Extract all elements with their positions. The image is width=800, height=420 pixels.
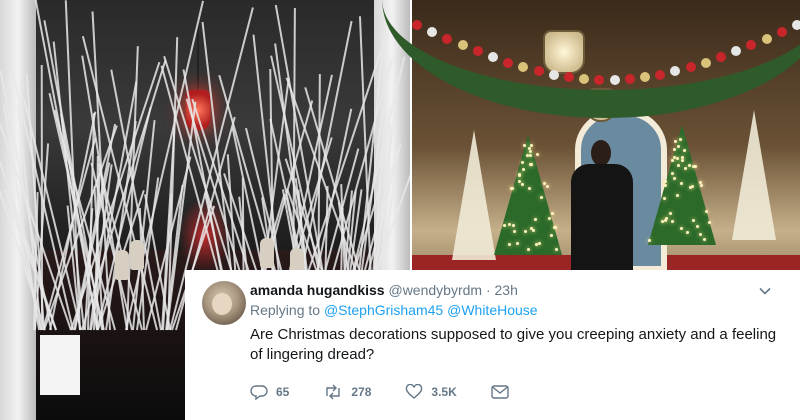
string-light — [673, 148, 676, 151]
avatar[interactable] — [202, 281, 246, 325]
ornament-bauble — [777, 27, 787, 37]
tweet-actions: 65 278 3.5K — [250, 380, 551, 404]
string-light — [676, 157, 679, 160]
string-light — [705, 210, 708, 213]
string-light — [521, 161, 524, 164]
retweet-count: 278 — [351, 385, 371, 399]
person-standing — [565, 140, 639, 280]
skeleton-figure — [115, 250, 129, 280]
string-light — [686, 231, 689, 234]
string-light — [503, 224, 506, 227]
ornament-bauble — [625, 74, 635, 84]
string-light — [529, 154, 532, 157]
retweet-icon — [323, 384, 343, 400]
person-head — [591, 140, 611, 166]
reply-button[interactable]: 65 — [250, 384, 289, 400]
string-light — [696, 225, 699, 228]
lantern-cord — [197, 20, 199, 92]
retweet-button[interactable]: 278 — [323, 384, 371, 400]
skeleton-figure — [130, 240, 144, 270]
ornament-bauble — [549, 70, 559, 80]
string-light — [508, 243, 511, 246]
string-light — [522, 168, 525, 171]
string-light — [548, 217, 551, 220]
dm-button[interactable] — [491, 385, 517, 399]
string-light — [683, 149, 686, 152]
mention-link[interactable]: @StephGrisham45 — [324, 302, 443, 318]
string-light — [663, 197, 666, 200]
tweet-text: Are Christmas decorations supposed to gi… — [250, 325, 780, 365]
string-light — [543, 182, 546, 185]
replying-to-label: Replying to — [250, 302, 320, 318]
tweet-header: amanda hugandkiss @wendybyrdm · 23h — [250, 281, 518, 299]
string-light — [674, 140, 677, 143]
string-light — [536, 153, 539, 156]
ornament-bauble — [503, 58, 513, 68]
heart-icon — [405, 384, 423, 400]
ornament-bauble — [458, 40, 468, 50]
reply-count: 65 — [276, 385, 289, 399]
ornament-bauble — [762, 34, 772, 44]
skeleton-figure — [260, 238, 274, 268]
string-light — [700, 184, 703, 187]
string-light — [681, 159, 684, 162]
string-light — [538, 242, 541, 245]
display-name[interactable]: amanda hugandkiss — [250, 282, 385, 298]
tweet-card: amanda hugandkiss @wendybyrdm · 23h Repl… — [185, 270, 800, 420]
avatar-face — [212, 293, 232, 315]
ornament-bauble — [610, 75, 620, 85]
tweet-time[interactable]: 23h — [495, 282, 518, 298]
separator-dot: · — [486, 282, 491, 298]
ornament-bauble — [655, 70, 665, 80]
white-planter — [40, 335, 80, 395]
string-light — [524, 230, 527, 233]
string-light — [708, 221, 711, 224]
like-count: 3.5K — [431, 385, 456, 399]
ornament-bauble — [701, 58, 711, 68]
person-suit — [571, 164, 633, 280]
christmas-tree — [494, 135, 562, 255]
string-light — [671, 220, 674, 223]
like-button[interactable]: 3.5K — [405, 384, 456, 400]
white-lit-tree — [732, 110, 776, 240]
envelope-icon — [491, 385, 509, 399]
user-handle[interactable]: @wendybyrdm — [388, 282, 482, 298]
string-light — [671, 172, 674, 175]
string-light — [540, 196, 543, 199]
string-light — [664, 219, 667, 222]
string-light — [534, 218, 537, 221]
string-light — [523, 144, 526, 147]
evergreen-garland — [412, 0, 800, 100]
ornament-bauble — [792, 20, 800, 30]
ornament-bauble — [686, 62, 696, 72]
string-light — [661, 220, 664, 223]
string-light — [699, 233, 702, 236]
string-light — [688, 164, 691, 167]
mention-link[interactable]: @WhiteHouse — [447, 302, 537, 318]
chevron-down-icon[interactable] — [758, 284, 772, 298]
reply-icon — [250, 384, 268, 400]
string-light — [692, 219, 695, 222]
string-light — [554, 226, 557, 229]
replying-to-line: Replying to @StephGrisham45 @WhiteHouse — [250, 301, 538, 319]
white-lit-tree — [452, 130, 496, 260]
ornament-bauble — [412, 20, 422, 30]
